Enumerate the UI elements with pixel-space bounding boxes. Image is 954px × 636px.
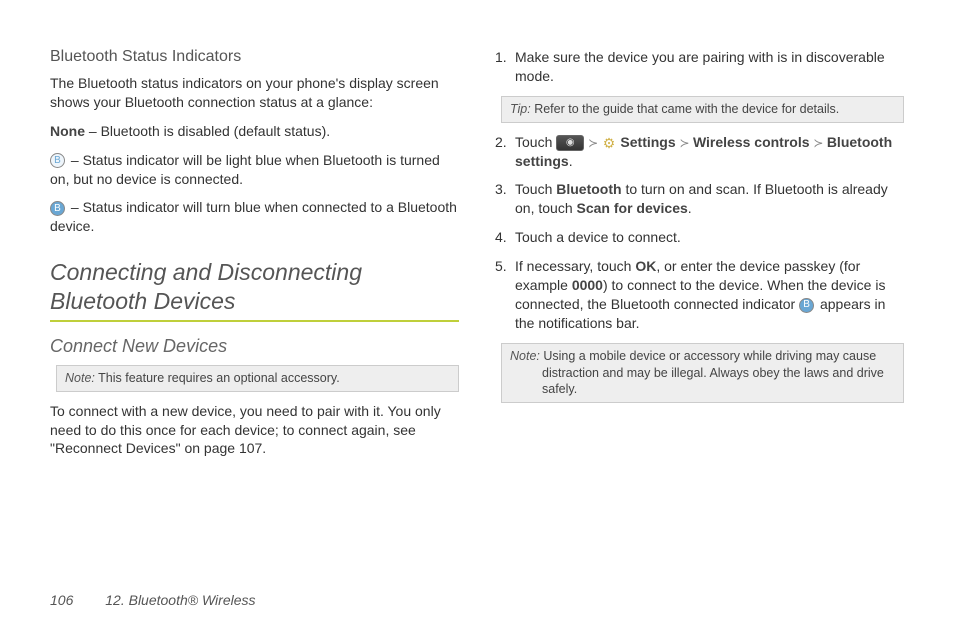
page-number: 106 [50,592,73,608]
intro-paragraph: The Bluetooth status indicators on your … [50,74,459,112]
on-desc: – Status indicator will turn blue when c… [50,199,457,234]
tip-callout: Tip: Refer to the guide that came with t… [501,96,904,123]
step-1: Make sure the device you are pairing wit… [495,48,904,86]
status-none-line: None – Bluetooth is disabled (default st… [50,122,459,141]
step2-wireless: Wireless controls [693,134,810,150]
tip-text: Refer to the guide that came with the de… [531,102,840,116]
step3-scan: Scan for devices [577,200,688,216]
none-desc: – Bluetooth is disabled (default status)… [85,123,330,139]
right-column: Make sure the device you are pairing wit… [495,48,904,548]
pair-paragraph: To connect with a new device, you need t… [50,402,459,459]
bluetooth-light-icon: B [50,153,65,168]
step5-a: If necessary, touch [515,258,635,274]
steps-list-cont: Touch ◉ ≻ ⚙ Settings ≻ Wireless controls… [495,133,904,333]
status-light-line: B – Status indicator will be light blue … [50,151,459,189]
step2-touch: Touch [515,134,556,150]
step-2: Touch ◉ ≻ ⚙ Settings ≻ Wireless controls… [495,133,904,171]
arrow-icon: ≻ [680,136,693,150]
step-4: Touch a device to connect. [495,228,904,247]
step5-ok: OK [635,258,656,274]
arrow-icon: ≻ [588,136,601,150]
light-desc: – Status indicator will be light blue wh… [50,152,440,187]
step5-0000: 0000 [572,277,603,293]
step-3: Touch Bluetooth to turn on and scan. If … [495,180,904,218]
page-columns: Bluetooth Status Indicators The Bluetoot… [50,48,904,548]
status-on-line: B – Status indicator will turn blue when… [50,198,459,236]
note-callout-accessory: Note: This feature requires an optional … [56,365,459,392]
tip-label: Tip: [510,102,531,116]
step3-bluetooth: Bluetooth [556,181,621,197]
note-label: Note: [65,371,95,385]
step-5: If necessary, touch OK, or enter the dev… [495,257,904,333]
note2-label: Note: [510,349,540,363]
left-column: Bluetooth Status Indicators The Bluetoot… [50,48,459,548]
step2-settings: Settings [620,134,675,150]
step3-a: Touch [515,181,556,197]
note-callout-driving: Note: Using a mobile device or accessory… [501,343,904,404]
note-text: This feature requires an optional access… [95,371,340,385]
subsection-heading: Bluetooth Status Indicators [50,48,459,66]
steps-list: Make sure the device you are pairing wit… [495,48,904,86]
bluetooth-connected-icon: B [799,298,814,313]
note2-text: Using a mobile device or accessory while… [540,349,884,397]
none-label: None [50,123,85,139]
chapter-title: 12. Bluetooth® Wireless [105,592,255,608]
subheading-connect-new: Connect New Devices [50,336,459,357]
section-title: Connecting and Disconnecting Bluetooth D… [50,258,459,322]
arrow-icon: ≻ [813,136,826,150]
gear-icon: ⚙ [602,135,617,150]
page-footer: 106 12. Bluetooth® Wireless [50,592,256,608]
bluetooth-on-icon: B [50,201,65,216]
menu-icon: ◉ [556,135,584,151]
